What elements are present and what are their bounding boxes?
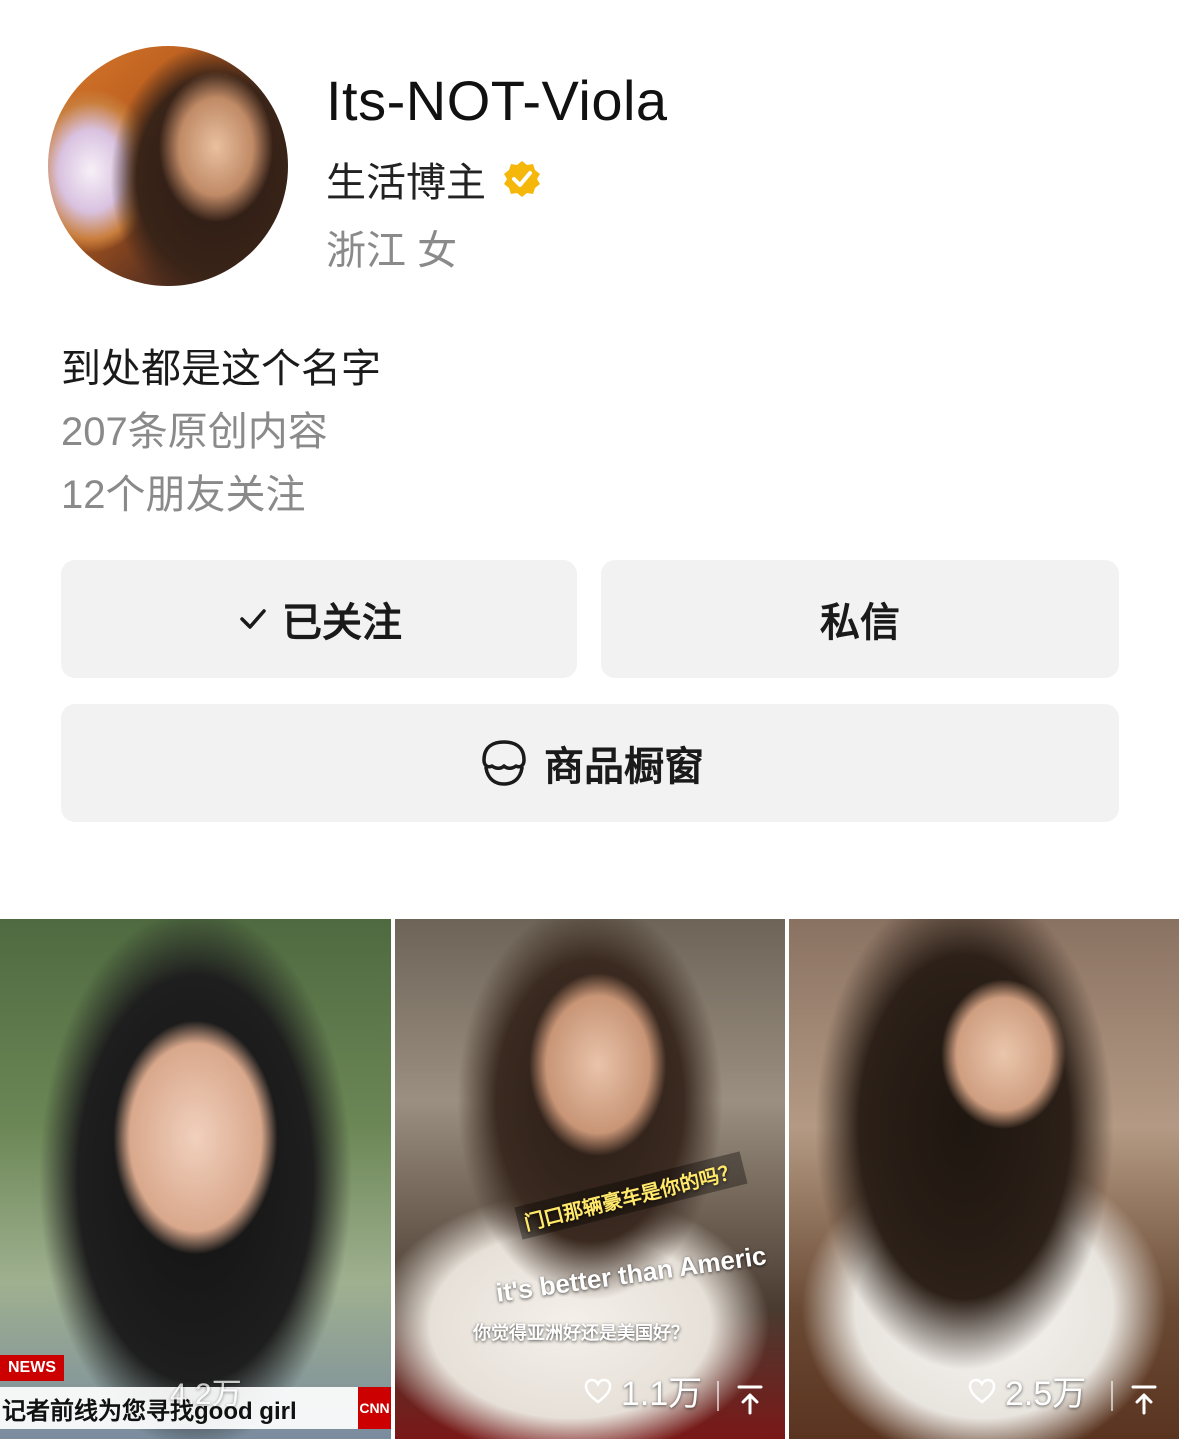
shop-window-button[interactable]: 商品橱窗 xyxy=(61,704,1119,822)
cnn-logo: CNN xyxy=(358,1387,391,1429)
message-label: 私信 xyxy=(820,601,900,645)
check-icon xyxy=(240,609,266,629)
role-row: 生活博主 xyxy=(326,150,542,208)
profile-location: 浙江 女 xyxy=(326,229,458,273)
friends-following-count[interactable]: 12个朋友关注 xyxy=(61,462,306,520)
shop-window-label: 商品橱窗 xyxy=(544,745,704,789)
news-badge: NEWS xyxy=(0,1355,64,1381)
like-count: 1.1万 xyxy=(621,1375,703,1413)
video-thumbnail[interactable]: NEWS 记者前线为您寻找good girl CNN 4.2万 xyxy=(0,919,391,1439)
profile-bio: 到处都是这个名字 xyxy=(61,347,381,391)
message-button[interactable]: 私信 xyxy=(601,560,1119,678)
video-likes: 4.2万 xyxy=(170,1369,242,1413)
original-content-count[interactable]: 207条原创内容 xyxy=(61,399,328,457)
profile-avatar[interactable] xyxy=(48,46,288,286)
video-thumbnail[interactable]: 2.5万 xyxy=(789,919,1179,1439)
profile-name: Its-NOT-Viola xyxy=(326,69,668,132)
heart-icon xyxy=(968,1378,996,1404)
followed-label: 已关注 xyxy=(282,601,402,645)
followed-button[interactable]: 已关注 xyxy=(61,560,577,678)
pin-top-icon[interactable] xyxy=(735,1383,765,1417)
pin-top-icon[interactable] xyxy=(1129,1383,1159,1417)
video-likes: 1.1万 xyxy=(583,1366,702,1415)
like-count: 2.5万 xyxy=(1005,1375,1087,1413)
shop-icon xyxy=(482,740,526,786)
video-caption-bottom: 你觉得亚洲好还是美国好？ xyxy=(473,1323,689,1343)
video-grid: NEWS 记者前线为您寻找good girl CNN 4.2万 门口那辆豪车是你… xyxy=(0,919,1179,1441)
heart-icon xyxy=(584,1378,612,1404)
video-likes: 2.5万 xyxy=(967,1366,1086,1415)
profile-role: 生活博主 xyxy=(326,161,486,205)
video-caption-top: 门口那辆豪车是你的吗？ xyxy=(514,1151,748,1240)
divider xyxy=(1111,1381,1113,1411)
video-thumbnail[interactable]: 门口那辆豪车是你的吗？ it's better than Americ 你觉得亚… xyxy=(395,919,785,1439)
verified-badge-icon xyxy=(504,161,540,197)
like-count: 4.2万 xyxy=(170,1378,242,1411)
divider xyxy=(717,1381,719,1411)
video-caption-mid: it's better than Americ xyxy=(494,1240,769,1308)
